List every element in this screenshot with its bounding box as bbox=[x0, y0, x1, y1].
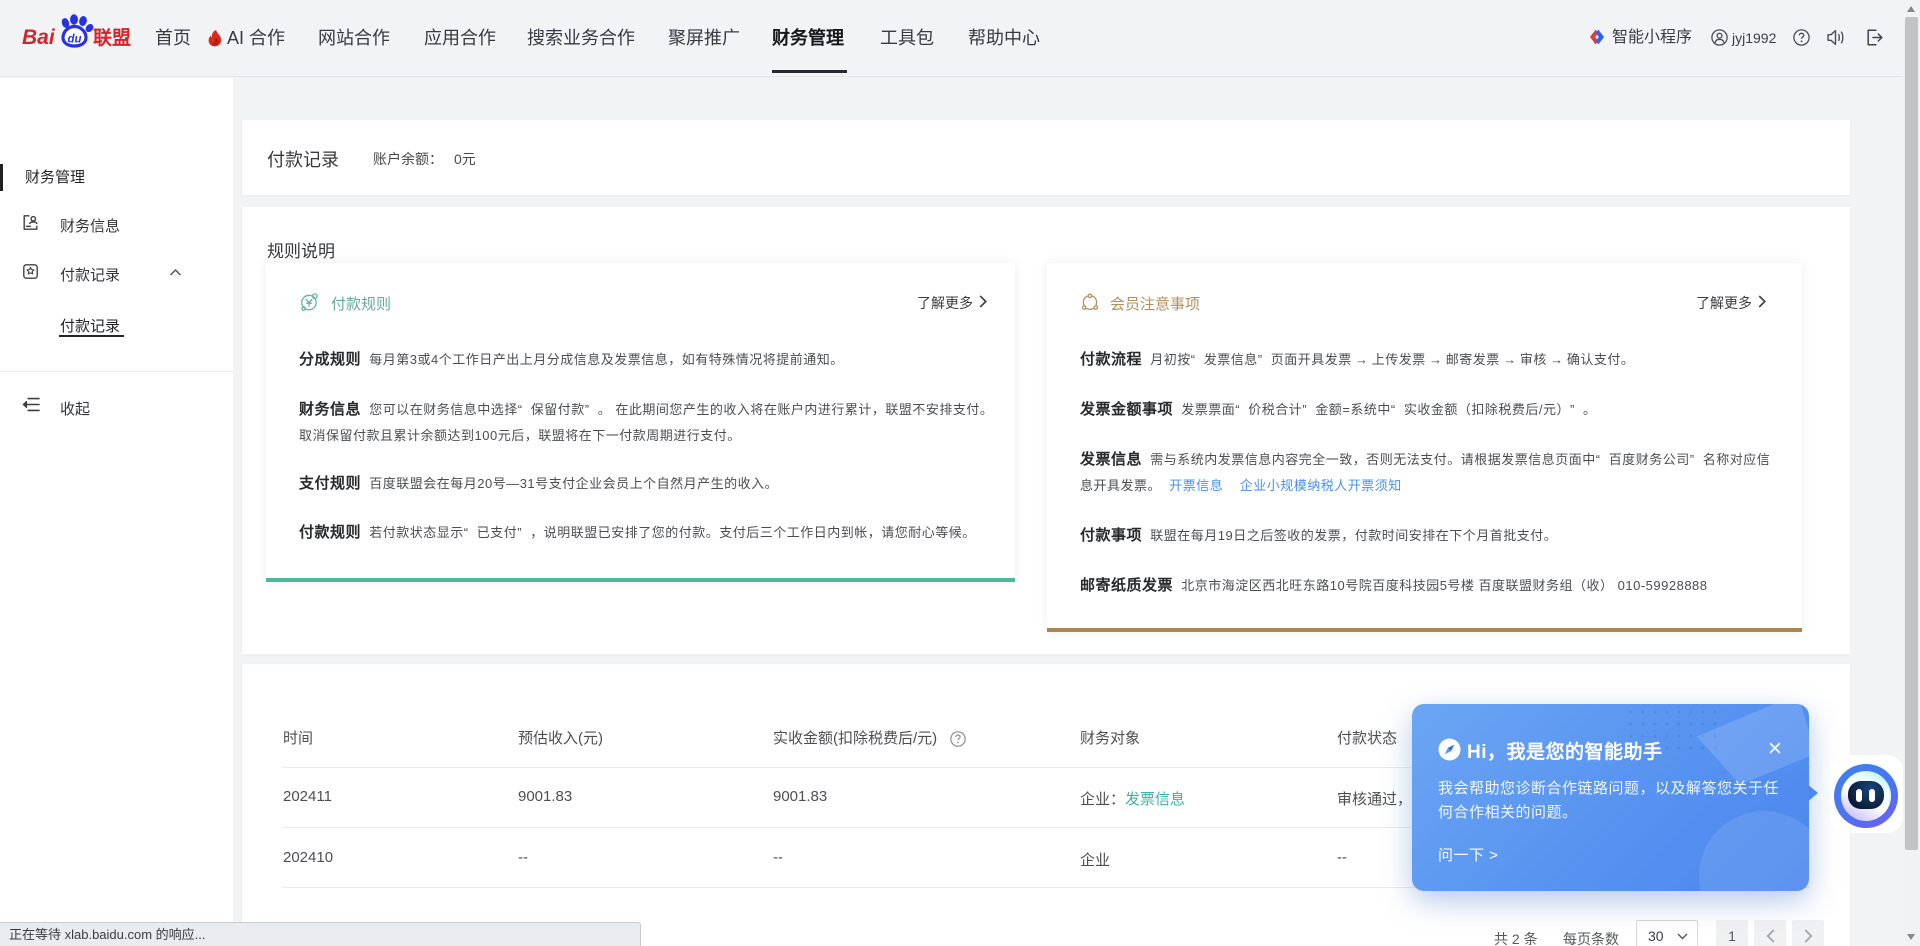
svg-text:联盟: 联盟 bbox=[93, 27, 131, 49]
svg-text:du: du bbox=[68, 34, 82, 46]
svg-text:Bai: Bai bbox=[22, 26, 56, 49]
